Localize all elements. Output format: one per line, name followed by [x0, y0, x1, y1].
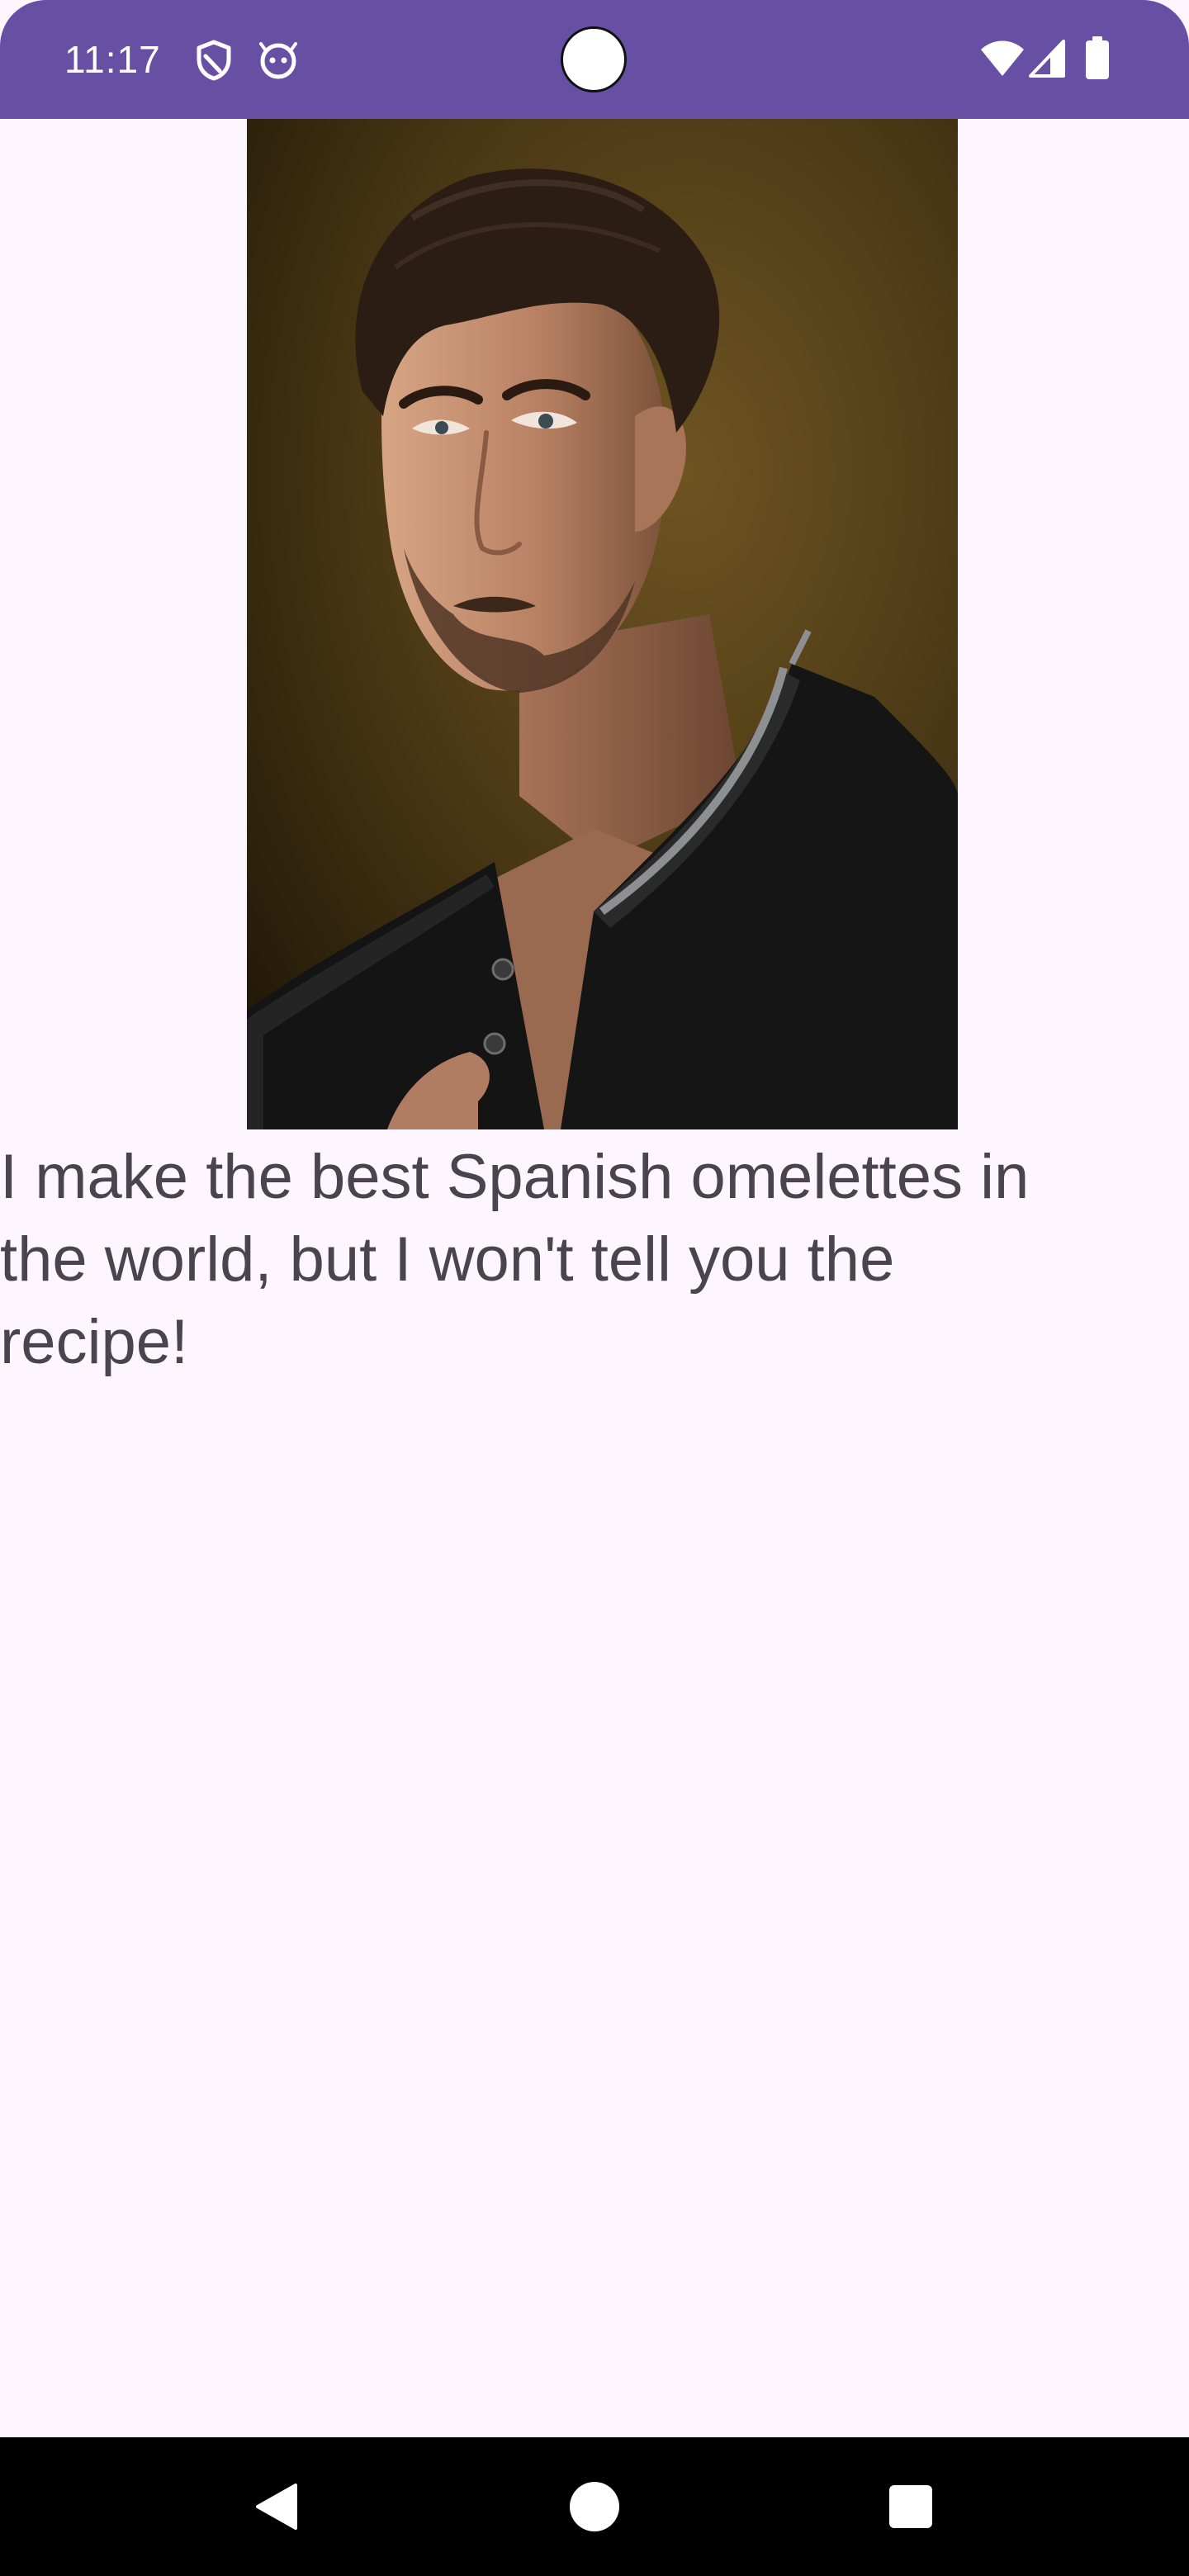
back-icon — [256, 2484, 297, 2530]
android-face-icon — [259, 42, 297, 79]
battery-icon — [1086, 36, 1109, 79]
shield-icon — [197, 40, 231, 81]
profile-caption: I make the best Spanish omelettes in the… — [0, 1142, 1030, 1377]
back-button[interactable] — [236, 2465, 319, 2548]
profile-photo — [247, 119, 958, 1129]
cell-signal-icon — [1029, 40, 1065, 78]
camera-cutout — [561, 26, 627, 92]
status-bar: 11:17 — [0, 0, 1189, 119]
status-time: 11:17 — [64, 38, 161, 81]
navigation-bar — [0, 2437, 1189, 2576]
home-button[interactable] — [553, 2465, 636, 2548]
home-icon — [570, 2482, 619, 2531]
app-screen: 11:17 I make the best Spanish omelettes … — [0, 0, 1189, 2576]
recents-icon — [889, 2485, 932, 2528]
recents-button[interactable] — [869, 2465, 952, 2548]
wifi-icon — [981, 40, 1024, 76]
